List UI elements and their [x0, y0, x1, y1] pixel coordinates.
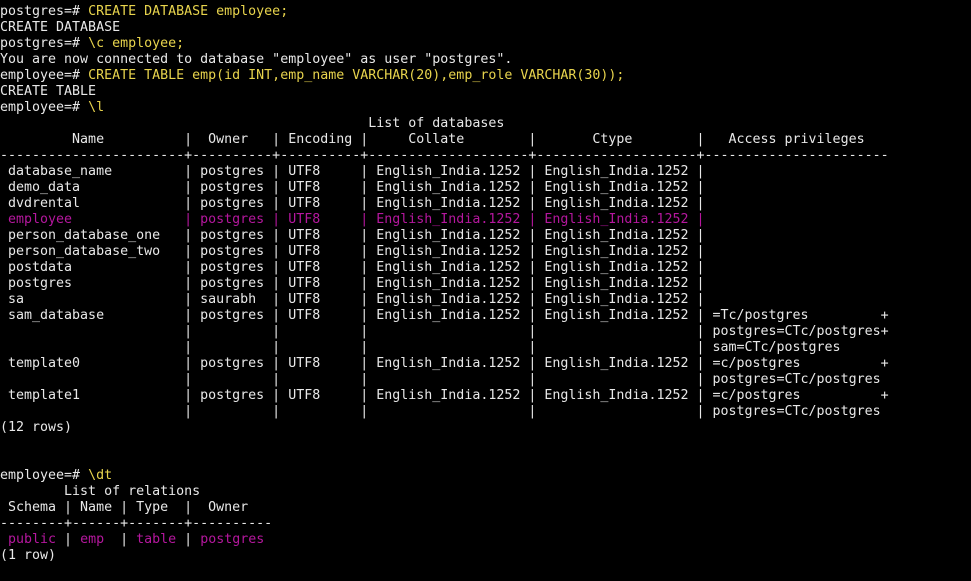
- terminal-text-segment: template1 | postgres | UTF8 | English_In…: [0, 388, 889, 403]
- terminal-line: | | | | | postgres=CTc/postgres: [0, 404, 971, 420]
- terminal-line: postdata | postgres | UTF8 | English_Ind…: [0, 260, 971, 276]
- terminal-text-segment: --------+------+-------+----------: [0, 516, 273, 531]
- terminal-line: employee | postgres | UTF8 | English_Ind…: [0, 212, 971, 228]
- terminal-line: Schema | Name | Type | Owner: [0, 500, 971, 516]
- terminal-text-segment: \c employee;: [88, 36, 185, 51]
- terminal-line: Name | Owner | Encoding | Collate | Ctyp…: [0, 132, 971, 148]
- terminal-line: employee=# CREATE TABLE emp(id INT,emp_n…: [0, 68, 971, 84]
- terminal-line: sa | saurabh | UTF8 | English_India.1252…: [0, 292, 971, 308]
- terminal-text-segment: template0 | postgres | UTF8 | English_In…: [0, 356, 889, 371]
- terminal-line: List of databases: [0, 116, 971, 132]
- terminal-text-segment: employee=#: [0, 100, 89, 115]
- terminal-line: --------+------+-------+----------: [0, 516, 971, 532]
- terminal-text-segment: sam_database | postgres | UTF8 | English…: [0, 308, 889, 323]
- terminal-text-segment: database_name | postgres | UTF8 | Englis…: [0, 164, 705, 179]
- terminal-text-segment: List of databases: [0, 116, 505, 131]
- terminal-line: -----------------------+----------+-----…: [0, 148, 971, 164]
- terminal-text-segment: |: [56, 532, 81, 547]
- terminal-line: CREATE DATABASE: [0, 20, 971, 36]
- terminal-text-segment: postgres=#: [0, 4, 89, 19]
- terminal-text-segment: demo_data | postgres | UTF8 | English_In…: [0, 180, 705, 195]
- terminal-text-segment: CREATE DATABASE employee;: [88, 4, 289, 19]
- terminal-text-segment: -----------------------+----------+-----…: [0, 148, 889, 163]
- terminal-line: person_database_one | postgres | UTF8 | …: [0, 228, 971, 244]
- terminal-line: public | emp | table | postgres: [0, 532, 971, 548]
- terminal-line: demo_data | postgres | UTF8 | English_In…: [0, 180, 971, 196]
- terminal-line: sam_database | postgres | UTF8 | English…: [0, 308, 971, 324]
- terminal-text-segment: table: [136, 532, 177, 547]
- terminal-text-segment: Schema | Name | Type | Owner: [0, 500, 249, 515]
- terminal-text-segment: employee | postgres | UTF8 | English_Ind…: [0, 212, 705, 227]
- terminal-line: employee=# \l: [0, 100, 971, 116]
- terminal-line: person_database_two | postgres | UTF8 | …: [0, 244, 971, 260]
- terminal-line: CREATE TABLE: [0, 84, 971, 100]
- terminal-text-segment: |: [176, 532, 201, 547]
- terminal-text-segment: CREATE TABLE emp(id INT,emp_name VARCHAR…: [88, 68, 625, 83]
- terminal-line: You are now connected to database "emplo…: [0, 52, 971, 68]
- terminal-output: postgres=# CREATE DATABASE employee; CREA…: [0, 4, 971, 580]
- terminal-line: dvdrental | postgres | UTF8 | English_In…: [0, 196, 971, 212]
- terminal-line: | | | | | postgres=CTc/postgres: [0, 372, 971, 388]
- terminal-text-segment: sa | saurabh | UTF8 | English_India.1252…: [0, 292, 705, 307]
- terminal-line: | | | | | sam=CTc/postgres: [0, 340, 971, 356]
- terminal-text-segment: Name | Owner | Encoding | Collate | Ctyp…: [0, 132, 865, 147]
- terminal-text-segment: postgres | postgres | UTF8 | English_Ind…: [0, 276, 705, 291]
- terminal-line: (1 row): [0, 548, 971, 564]
- terminal-text-segment: | | | | | postgres=CTc/postgres: [0, 372, 881, 387]
- terminal-line: postgres | postgres | UTF8 | English_Ind…: [0, 276, 971, 292]
- terminal-line: database_name | postgres | UTF8 | Englis…: [0, 164, 971, 180]
- terminal-window[interactable]: postgres=# CREATE DATABASE employee; CREA…: [0, 0, 971, 581]
- terminal-text-segment: employee=#: [0, 68, 89, 83]
- terminal-text-segment: employee=#: [0, 468, 89, 483]
- terminal-text-segment: List of relations: [0, 484, 201, 499]
- terminal-text-segment: \l: [88, 100, 105, 115]
- terminal-line: (12 rows): [0, 420, 971, 436]
- terminal-text-segment: CREATE TABLE: [0, 84, 97, 99]
- terminal-line: List of relations: [0, 484, 971, 500]
- terminal-line: employee=# \dt: [0, 468, 971, 484]
- terminal-text-segment: | | | | | postgres=CTc/postgres: [0, 404, 881, 419]
- terminal-line: template0 | postgres | UTF8 | English_In…: [0, 356, 971, 372]
- terminal-text-segment: emp: [80, 532, 105, 547]
- terminal-text-segment: You are now connected to database "emplo…: [0, 52, 513, 67]
- terminal-line: postgres=# \c employee;: [0, 36, 971, 52]
- terminal-text-segment: person_database_two | postgres | UTF8 | …: [0, 244, 705, 259]
- terminal-line: template1 | postgres | UTF8 | English_In…: [0, 388, 971, 404]
- terminal-text-segment: (12 rows): [0, 420, 73, 435]
- terminal-text-segment: dvdrental | postgres | UTF8 | English_In…: [0, 196, 705, 211]
- terminal-text-segment: person_database_one | postgres | UTF8 | …: [0, 228, 705, 243]
- terminal-text-segment: postgres: [200, 532, 265, 547]
- terminal-text-segment: postgres=#: [0, 36, 89, 51]
- terminal-text-segment: | | | | | sam=CTc/postgres: [0, 340, 841, 355]
- terminal-text-segment: CREATE DATABASE: [0, 20, 121, 35]
- terminal-text-segment: | | | | | postgres=CTc/postgres+: [0, 324, 889, 339]
- terminal-text-segment: (1 row): [0, 548, 57, 563]
- terminal-text-segment: |: [104, 532, 137, 547]
- terminal-line: postgres=# CREATE DATABASE employee;: [0, 4, 971, 20]
- terminal-text-segment: public: [0, 532, 57, 547]
- terminal-text-segment: postdata | postgres | UTF8 | English_Ind…: [0, 260, 705, 275]
- terminal-text-segment: \dt: [88, 468, 113, 483]
- terminal-line: | | | | | postgres=CTc/postgres+: [0, 324, 971, 340]
